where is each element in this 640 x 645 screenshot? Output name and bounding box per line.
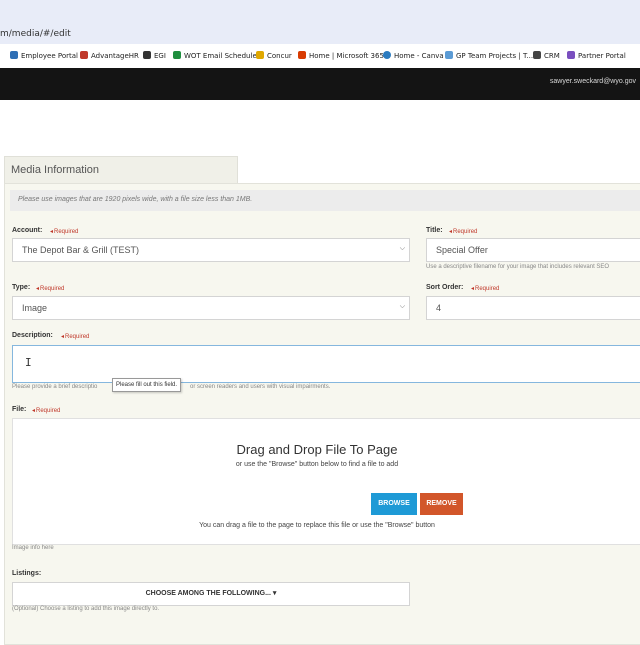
bookmark-egi[interactable]: EGI <box>143 50 166 62</box>
bookmark-canva[interactable]: Home - Canva <box>383 50 444 62</box>
crm-icon <box>533 51 541 59</box>
description-hint-end: or screen readers and users with visual … <box>190 384 331 390</box>
dropzone-title: Drag and Drop File To Page <box>236 442 398 457</box>
chevron-down-icon: ⌵ <box>399 303 405 310</box>
tab-media-information[interactable]: Media Information <box>4 156 238 185</box>
text-cursor-icon: I <box>25 356 32 369</box>
description-input[interactable]: I <box>12 345 640 383</box>
browse-button[interactable]: BROWSE <box>371 493 417 515</box>
account-value: The Depot Bar & Grill (TEST) <box>22 245 140 255</box>
notice-text: Please use images that are 1920 pixels w… <box>18 196 253 203</box>
url-text[interactable]: m/media/#/edit <box>0 29 71 39</box>
listings-hint: (Optional) Choose a listing to add this … <box>12 606 160 612</box>
bookmarks-bar: Employee Portal AdvantageHR EGI WOT Emai… <box>0 44 640 69</box>
advantagehr-icon <box>80 51 88 59</box>
title-hint: Use a descriptive filename for your imag… <box>426 264 610 270</box>
bookmark-microsoft-365[interactable]: Home | Microsoft 365 <box>298 50 384 62</box>
sort-order-value: 4 <box>436 303 442 313</box>
listings-select-value: CHOOSE AMONG THE FOLLOWING... <box>145 590 271 597</box>
account-label: Account: <box>12 227 43 234</box>
description-required-badge: Required <box>61 333 89 340</box>
type-value: Image <box>22 303 48 313</box>
concur-icon <box>256 51 264 59</box>
dropzone-footer: You can drag a file to the page to repla… <box>199 522 435 529</box>
bookmark-gp-team-projects[interactable]: GP Team Projects | T... <box>445 50 533 62</box>
listings-select[interactable]: CHOOSE AMONG THE FOLLOWING... ▾ <box>12 582 410 606</box>
tab-label: Media Information <box>11 164 100 176</box>
description-hint-start: Please provide a brief descriptio <box>12 384 98 390</box>
remove-button[interactable]: REMOVE <box>420 493 463 515</box>
bookmark-wot-email-schedule[interactable]: WOT Email Schedule <box>173 50 257 62</box>
title-input[interactable]: Special Offer <box>426 238 640 262</box>
sort-order-input[interactable]: 4 <box>426 296 640 320</box>
bookmark-advantagehr[interactable]: AdvantageHR <box>80 50 139 62</box>
microsoft-icon <box>298 51 306 59</box>
title-label: Title: <box>426 227 443 234</box>
bookmark-concur[interactable]: Concur <box>256 50 292 62</box>
file-label: File: <box>12 406 27 413</box>
type-select[interactable]: Image ⌵ <box>12 296 410 320</box>
validation-tooltip: Please fill out this field. <box>112 378 182 392</box>
title-value: Special Offer <box>436 245 488 255</box>
file-required-badge: Required <box>32 407 60 414</box>
portal-icon <box>10 51 18 59</box>
listings-label: Listings: <box>12 570 42 577</box>
caret-down-icon: ▾ <box>272 590 277 597</box>
bookmark-crm[interactable]: CRM <box>533 50 560 62</box>
account-required-badge: Required <box>50 228 78 235</box>
bookmark-partner-portal[interactable]: Partner Portal <box>567 50 626 62</box>
type-required-badge: Required <box>36 285 64 292</box>
sort-order-label: Sort Order: <box>426 284 464 291</box>
bookmark-employee-portal[interactable]: Employee Portal <box>10 50 78 62</box>
canva-icon <box>383 51 391 59</box>
partner-icon <box>567 51 575 59</box>
egi-icon <box>143 51 151 59</box>
dropzone-subtitle: or use the "Browse" button below to find… <box>235 461 399 468</box>
browser-address-bar[interactable]: m/media/#/edit <box>0 0 640 44</box>
image-size-notice: Please use images that are 1920 pixels w… <box>10 190 640 211</box>
chevron-down-icon: ⌵ <box>399 245 405 252</box>
description-label: Description: <box>12 332 53 339</box>
team-icon <box>445 51 453 59</box>
title-required-badge: Required <box>449 228 477 235</box>
app-header: sawyer.sweckard@wyo.gov <box>0 68 640 100</box>
type-label: Type: <box>12 284 31 291</box>
sheets-icon <box>173 51 181 59</box>
image-info-text: Image info here <box>12 545 54 551</box>
sort-order-required-badge: Required <box>471 285 499 292</box>
user-email[interactable]: sawyer.sweckard@wyo.gov <box>550 78 636 85</box>
account-select[interactable]: The Depot Bar & Grill (TEST) ⌵ <box>12 238 410 262</box>
